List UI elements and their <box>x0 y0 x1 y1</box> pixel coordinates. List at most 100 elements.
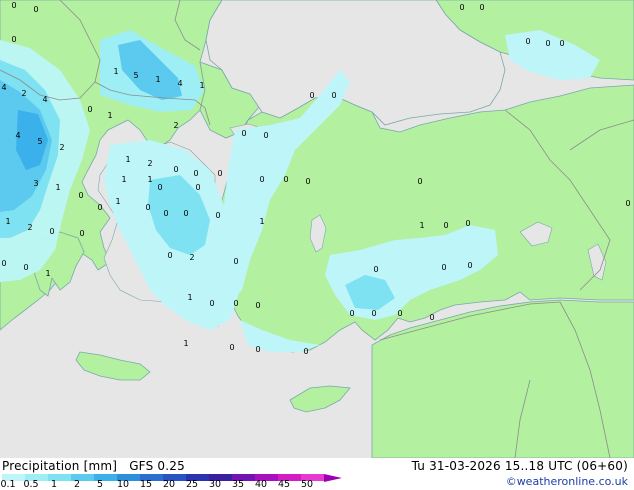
station-value: 2 <box>59 143 64 152</box>
station-value: 1 <box>259 217 264 226</box>
map-view: 0000042415141012452000310120001100000001… <box>0 0 634 490</box>
station-value: 0 <box>233 257 238 266</box>
legend-title-text: Precipitation [mm] <box>2 459 118 473</box>
scale-tick-label: 35 <box>231 479 245 490</box>
station-value: 0 <box>233 299 238 308</box>
station-value: 0 <box>429 313 434 322</box>
station-value: 5 <box>37 137 42 146</box>
station-value: 0 <box>195 183 200 192</box>
station-value: 0 <box>33 5 38 14</box>
valid-time: Tu 31-03-2026 15..18 UTC (06+60) <box>411 459 628 473</box>
station-value: 0 <box>217 169 222 178</box>
station-value: 1 <box>115 197 120 206</box>
station-value: 0 <box>525 37 530 46</box>
precipitation-map: 0 0 0 0 0 4 2 4 1 5 1 4 1 0 1 2 4 5 2 0 0 0 3 1 0 1 2 0 0 0 1 1 0 0 0 0 0 0 0 1… <box>0 0 634 458</box>
station-value: 0 <box>79 229 84 238</box>
scale-tick-label: 0.1 <box>0 479 16 490</box>
station-value: 0 <box>78 191 83 200</box>
station-value: 0 <box>625 199 630 208</box>
station-value: 0 <box>303 347 308 356</box>
station-value: 0 <box>371 309 376 318</box>
station-value: 1 <box>121 175 126 184</box>
station-value: 0 <box>397 309 402 318</box>
station-value: 0 <box>97 203 102 212</box>
scale-tick-label: 2 <box>73 479 81 490</box>
station-value: 0 <box>255 345 260 354</box>
station-value: 1 <box>113 67 118 76</box>
station-value: 0 <box>441 263 446 272</box>
station-value: 0 <box>145 203 150 212</box>
station-value: 1 <box>5 217 10 226</box>
station-value: 0 <box>465 219 470 228</box>
scale-tick-label: 25 <box>185 479 199 490</box>
station-value: 0 <box>545 39 550 48</box>
scale-tick-label: 50 <box>300 479 314 490</box>
station-value: 1 <box>55 183 60 192</box>
station-value: 2 <box>27 223 32 232</box>
scale-tick-label: 5 <box>96 479 104 490</box>
station-value: 0 <box>163 209 168 218</box>
station-value: 0 <box>49 227 54 236</box>
station-value: 0 <box>283 175 288 184</box>
station-value: 0 <box>263 131 268 140</box>
station-value: 0 <box>209 299 214 308</box>
station-value: 5 <box>133 71 138 80</box>
scale-tick-label: 10 <box>116 479 130 490</box>
station-value: 1 <box>187 293 192 302</box>
credit-link[interactable]: ©weatheronline.co.uk <box>506 475 628 488</box>
station-value: 0 <box>331 91 336 100</box>
station-value: 2 <box>189 253 194 262</box>
station-value: 0 <box>11 35 16 44</box>
station-value: 0 <box>443 221 448 230</box>
station-value: 1 <box>155 75 160 84</box>
station-value: 2 <box>21 89 26 98</box>
station-value: 0 <box>255 301 260 310</box>
scale-tick-label: 45 <box>277 479 291 490</box>
station-value: 1 <box>107 111 112 120</box>
station-value: 2 <box>147 159 152 168</box>
scale-tick-label: 1 <box>50 479 58 490</box>
scale-tick-label: 30 <box>208 479 222 490</box>
station-value: 1 <box>125 155 130 164</box>
station-value: 1 <box>199 81 204 90</box>
legend-title: Precipitation [mm] GFS 0.25 <box>2 459 185 473</box>
station-value: 4 <box>42 95 47 104</box>
station-value: 0 <box>193 169 198 178</box>
color-scale-ticks: 0.1 0.5 1 2 5 10 15 20 25 30 35 40 45 50 <box>0 480 330 490</box>
station-value: 0 <box>349 309 354 318</box>
scale-tick-label: 0.5 <box>23 479 39 490</box>
station-value: 4 <box>1 83 6 92</box>
station-value: 0 <box>305 177 310 186</box>
station-value: 0 <box>373 265 378 274</box>
station-value: 0 <box>157 183 162 192</box>
station-value: 1 <box>45 269 50 278</box>
station-value: 0 <box>259 175 264 184</box>
station-value: 4 <box>177 79 182 88</box>
station-value: 0 <box>417 177 422 186</box>
station-value: 0 <box>459 3 464 12</box>
station-value: 4 <box>15 131 20 140</box>
station-value: 0 <box>1 259 6 268</box>
station-value: 0 <box>559 39 564 48</box>
station-value: 0 <box>87 105 92 114</box>
legend: Precipitation [mm] GFS 0.25 Tu 31-03-202… <box>0 458 634 490</box>
station-value: 0 <box>241 129 246 138</box>
station-value: 0 <box>215 211 220 220</box>
station-value: 0 <box>23 263 28 272</box>
station-value: 0 <box>479 3 484 12</box>
station-value: 1 <box>147 175 152 184</box>
station-value: 3 <box>33 179 38 188</box>
scale-tick-label: 40 <box>254 479 268 490</box>
station-value: 1 <box>419 221 424 230</box>
station-value: 0 <box>229 343 234 352</box>
station-value: 0 <box>183 209 188 218</box>
scale-tick-label: 15 <box>139 479 153 490</box>
station-value: 2 <box>173 121 178 130</box>
station-value: 0 <box>309 91 314 100</box>
station-value: 0 <box>173 165 178 174</box>
station-value: 0 <box>467 261 472 270</box>
station-value: 0 <box>167 251 172 260</box>
model-name: GFS 0.25 <box>129 459 185 473</box>
station-value: 1 <box>183 339 188 348</box>
station-value: 0 <box>11 1 16 10</box>
